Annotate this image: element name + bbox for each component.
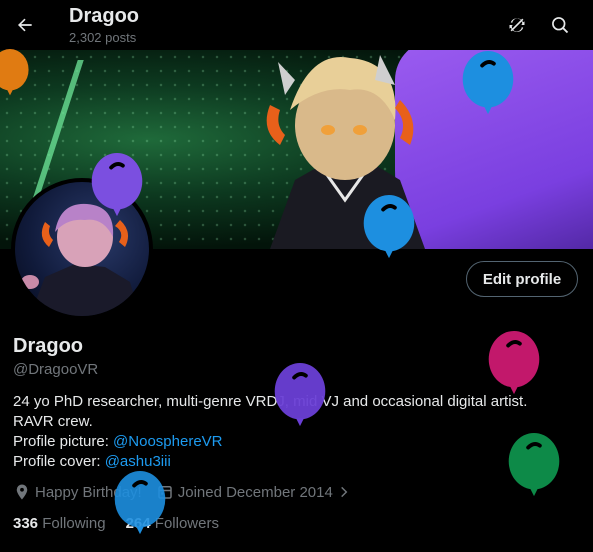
refresh-icon — [509, 18, 525, 32]
profile-header: Dragoo 2,302 posts — [0, 0, 593, 50]
edit-profile-button[interactable]: Edit profile — [466, 261, 578, 297]
joined-item[interactable]: Joined December 2014 — [156, 483, 355, 501]
arrow-left-icon — [18, 18, 32, 32]
search-icon — [552, 17, 569, 34]
profile-meta: Happy Birthday! Joined December 2014 — [13, 483, 369, 501]
back-button[interactable] — [8, 8, 42, 42]
balloon-icon — [0, 49, 29, 96]
post-count: 2,302 posts — [69, 30, 137, 45]
header-title-group: Dragoo 2,302 posts — [69, 4, 139, 46]
bio-cover-credit: Profile cover: @ashu3iii — [13, 452, 573, 472]
location-pin-icon — [16, 484, 28, 500]
search-button[interactable] — [543, 8, 577, 42]
balloon-icon — [274, 362, 326, 427]
pfp-credit-link[interactable]: @NoosphereVR — [113, 433, 222, 450]
balloon-icon — [488, 330, 540, 395]
cover-credit-label: Profile cover: — [13, 453, 105, 470]
profile-display-name: Dragoo — [13, 335, 83, 357]
cover-credit-link[interactable]: @ashu3iii — [105, 453, 171, 470]
balloon-icon — [508, 432, 560, 497]
balloon-icon — [114, 470, 166, 535]
joined-date: Joined December 2014 — [177, 483, 333, 501]
pfp-credit-label: Profile picture: — [13, 433, 114, 450]
following-label: Following — [42, 515, 106, 532]
profile-handle: @DragooVR — [13, 361, 99, 378]
balloon-icon — [462, 50, 514, 115]
header-title: Dragoo — [69, 5, 139, 27]
bio-pfp-credit: Profile picture: @NoosphereVR — [13, 432, 573, 452]
following-link[interactable]: 336 Following — [13, 515, 106, 532]
balloon-icon — [363, 194, 415, 259]
balloon-icon — [91, 152, 143, 217]
refresh-button[interactable] — [500, 8, 534, 42]
following-count: 336 — [13, 515, 39, 532]
chevron-right-icon — [340, 486, 348, 498]
